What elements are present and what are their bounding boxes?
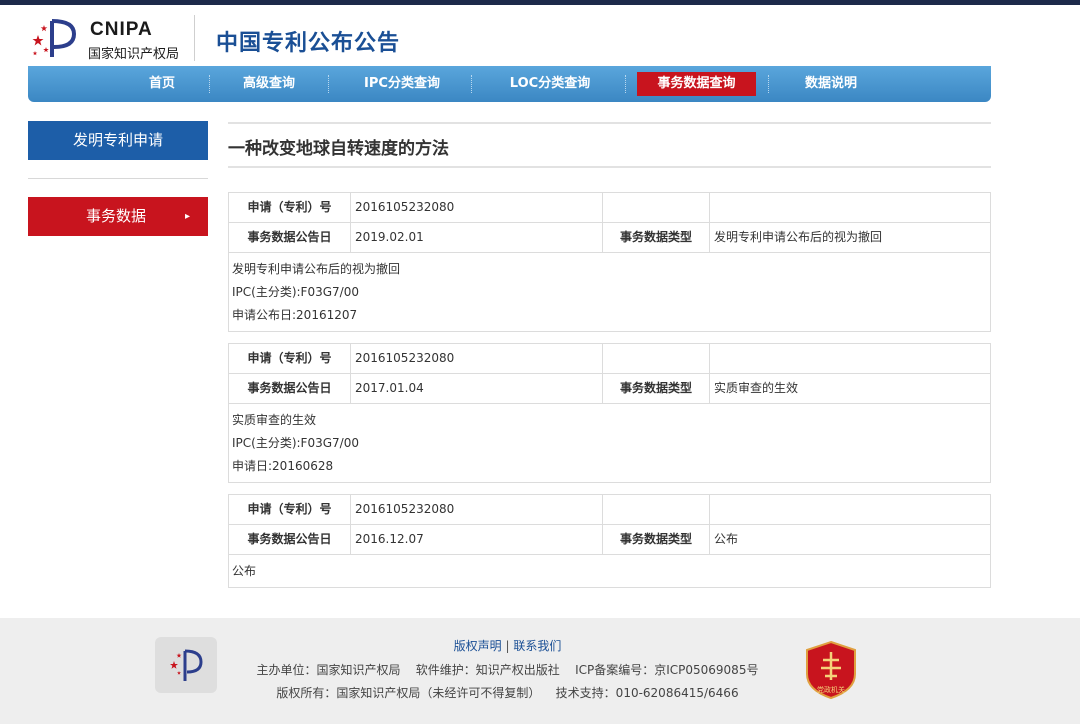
footer: 版权声明 | 联系我们 主办单位：国家知识产权局 软件维护：知识产权出版社 IC… [0, 618, 1080, 724]
contact-link[interactable]: 联系我们 [513, 639, 561, 653]
app-no-value: 2016105232080 [351, 344, 603, 373]
nav-separator [768, 75, 769, 93]
nav-item-transaction-search[interactable]: 事务数据查询 [637, 72, 756, 96]
government-badge-icon[interactable]: 党政机关 [805, 640, 857, 700]
record-row-app-no: 申请（专利）号 2016105232080 [229, 344, 990, 374]
record-row-date-type: 事务数据公告日 2017.01.04 事务数据类型 实质审查的生效 [229, 374, 990, 404]
detail-line: 公布 [232, 564, 257, 578]
data-type-label: 事务数据类型 [603, 525, 710, 554]
data-type-value: 公布 [714, 532, 739, 546]
app-no-label: 申请（专利）号 [229, 193, 351, 222]
nav-item-advanced-search[interactable]: 高级查询 [220, 66, 318, 102]
logo-english-text: CNIPA [90, 19, 153, 40]
nav-item-ipc-search[interactable]: IPC分类查询 [344, 66, 460, 102]
data-type-value: 实质审查的生效 [714, 381, 799, 395]
app-no-label: 申请（专利）号 [229, 495, 351, 524]
app-no-value: 2016105232080 [351, 495, 603, 524]
link-separator: | [505, 639, 510, 653]
pub-date-value: 2017.01.04 [351, 374, 603, 403]
patent-title: 一种改变地球自转速度的方法 [228, 139, 449, 159]
record-row-date-type: 事务数据公告日 2019.02.01 事务数据类型 发明专利申请公布后的视为撤回 [229, 223, 990, 253]
title-top-rule [228, 122, 991, 124]
nav-item-data-description[interactable]: 数据说明 [780, 66, 882, 102]
title-bottom-rule [228, 166, 991, 168]
nav-separator [625, 75, 626, 93]
record-details: 公布 [229, 555, 990, 587]
detail-line: 实质审查的生效 [232, 413, 317, 427]
nav-separator [471, 75, 472, 93]
record-row-app-no: 申请（专利）号 2016105232080 [229, 193, 990, 223]
main-nav: 首页 高级查询 IPC分类查询 LOC分类查询 事务数据查询 数据说明 [28, 66, 991, 102]
pub-date-label: 事务数据公告日 [229, 374, 351, 403]
footer-info-line: 主办单位：国家知识产权局 软件维护：知识产权出版社 ICP备案编号：京ICP05… [256, 663, 759, 677]
record-details: 实质审查的生效 IPC(主分类):F03G7/00 申请日:20160628 [229, 404, 990, 482]
transaction-record: 申请（专利）号 2016105232080 事务数据公告日 2016.12.07… [228, 494, 991, 588]
transaction-record: 申请（专利）号 2016105232080 事务数据公告日 2017.01.04… [228, 343, 991, 483]
cnipa-logo[interactable]: CNIPA 国家知识产权局 [30, 17, 190, 63]
data-type-label: 事务数据类型 [603, 374, 710, 403]
sidebar-item-label: 事务数据 [86, 207, 147, 225]
app-no-label: 申请（专利）号 [229, 344, 351, 373]
cnipa-logo-icon [32, 19, 77, 57]
header: CNIPA 国家知识产权局 中国专利公布公告 [0, 5, 1080, 65]
empty-cell [603, 344, 710, 373]
sidebar-divider [28, 178, 208, 179]
nav-separator [328, 75, 329, 93]
pub-date-value: 2016.12.07 [351, 525, 603, 554]
record-row-app-no: 申请（专利）号 2016105232080 [229, 495, 990, 525]
detail-line: 申请公布日:20161207 [232, 308, 358, 322]
app-no-value: 2016105232080 [351, 193, 603, 222]
detail-line: 发明专利申请公布后的视为撤回 [232, 262, 401, 276]
empty-cell [710, 495, 990, 524]
detail-line: 申请日:20160628 [232, 459, 334, 473]
detail-line: IPC(主分类):F03G7/00 [232, 285, 359, 299]
sidebar-item-transaction-data[interactable]: 事务数据 ▸ [28, 197, 208, 236]
record-details: 发明专利申请公布后的视为撤回 IPC(主分类):F03G7/00 申请公布日:2… [229, 253, 990, 331]
data-type-value: 发明专利申请公布后的视为撤回 [714, 230, 883, 244]
copyright-link[interactable]: 版权声明 [454, 639, 502, 653]
badge-text: 党政机关 [817, 685, 845, 694]
site-title: 中国专利公布公告 [216, 31, 401, 56]
pub-date-label: 事务数据公告日 [229, 223, 351, 252]
header-divider [194, 15, 195, 61]
empty-cell [603, 193, 710, 222]
footer-info-line: 版权所有：国家知识产权局（未经许可不得复制） 技术支持：010-62086415… [276, 686, 739, 700]
sidebar-category-header: 发明专利申请 [28, 121, 208, 160]
nav-item-loc-search[interactable]: LOC分类查询 [488, 66, 612, 102]
pub-date-label: 事务数据公告日 [229, 525, 351, 554]
empty-cell [710, 193, 990, 222]
nav-item-home[interactable]: 首页 [118, 66, 206, 102]
empty-cell [603, 495, 710, 524]
nav-separator [209, 75, 210, 93]
transaction-record: 申请（专利）号 2016105232080 事务数据公告日 2019.02.01… [228, 192, 991, 332]
data-type-label: 事务数据类型 [603, 223, 710, 252]
record-row-date-type: 事务数据公告日 2016.12.07 事务数据类型 公布 [229, 525, 990, 555]
detail-line: IPC(主分类):F03G7/00 [232, 436, 359, 450]
logo-chinese-text: 国家知识产权局 [88, 47, 180, 62]
pub-date-value: 2019.02.01 [351, 223, 603, 252]
footer-links: 版权声明 | 联系我们 [0, 637, 1015, 654]
empty-cell [710, 344, 990, 373]
arrow-right-icon: ▸ [185, 211, 191, 222]
